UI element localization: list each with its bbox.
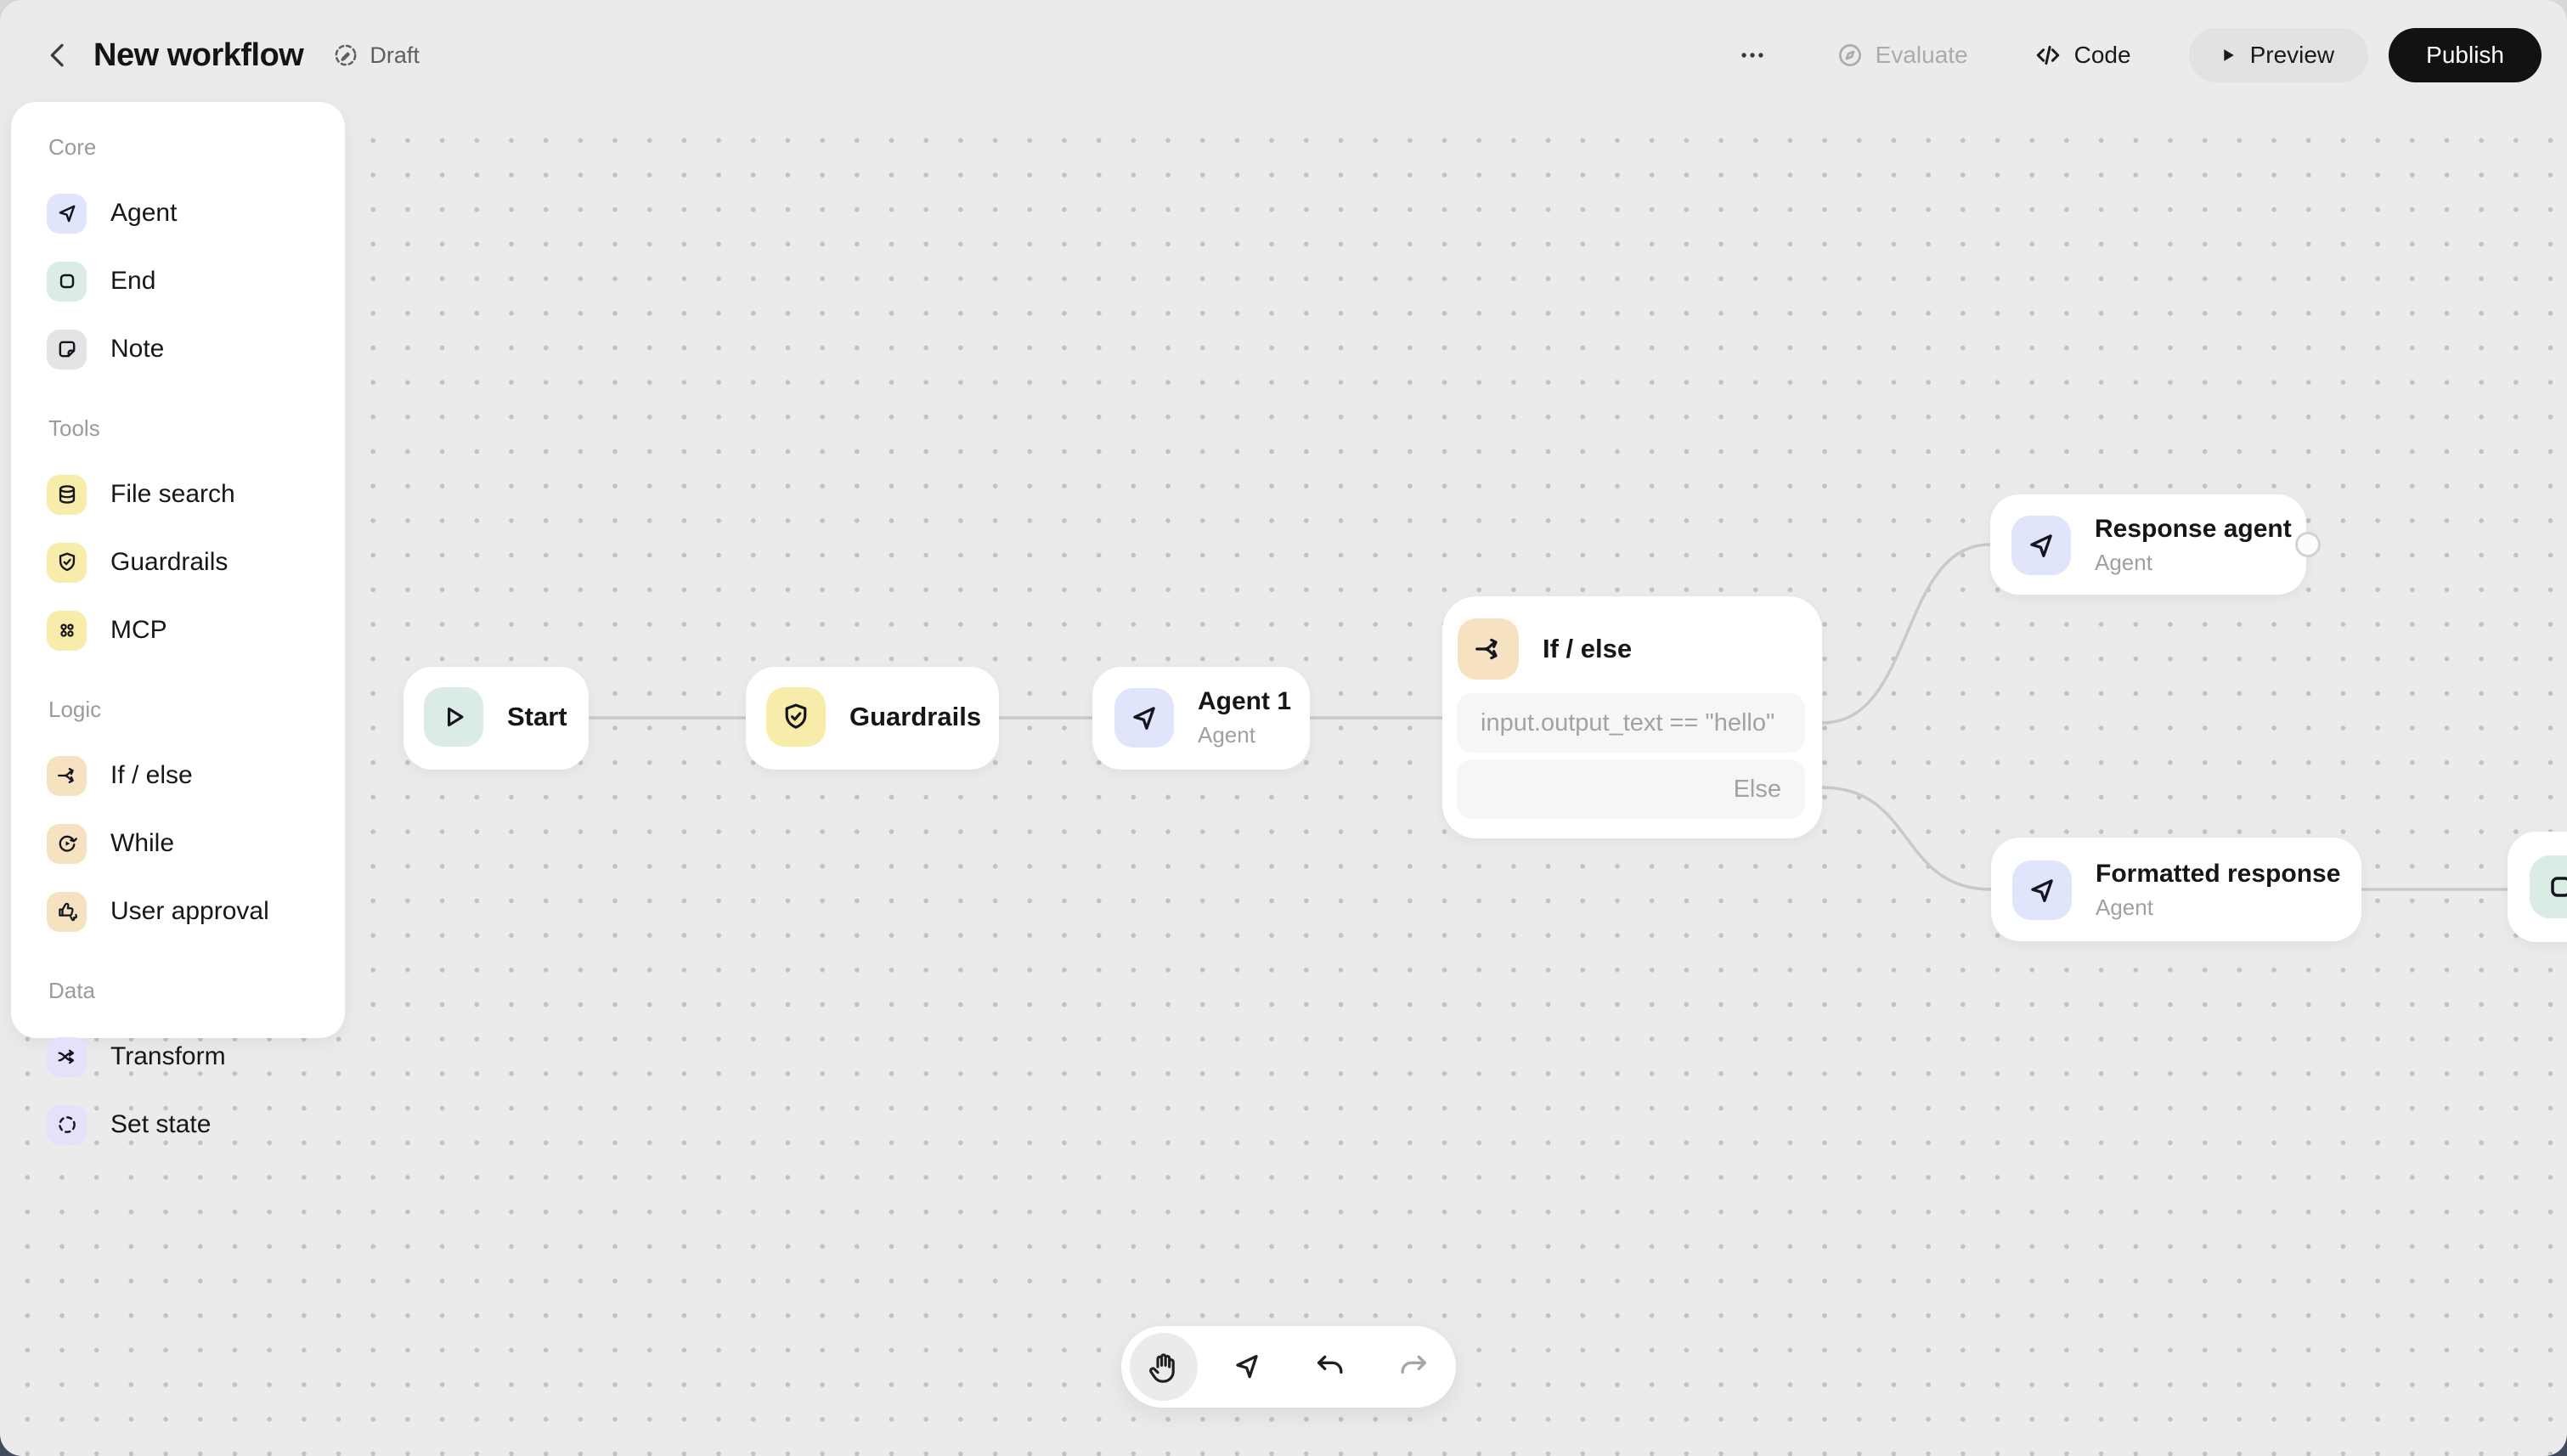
node-title: Guardrails: [849, 702, 982, 731]
node-palette-sidebar: Core Agent End Note Tools File search Gu…: [11, 102, 345, 1145]
else-branch-row[interactable]: Else: [1457, 759, 1805, 819]
undo-button[interactable]: [1296, 1333, 1364, 1401]
agent-cursor-icon: [2012, 861, 2072, 920]
database-icon: [47, 474, 87, 515]
sidebar-item-label: User approval: [110, 897, 269, 925]
cursor-icon: [1230, 1350, 1264, 1384]
page-title: New workflow: [93, 37, 304, 73]
sidebar-item-label: Guardrails: [110, 548, 228, 576]
sidebar-item-agent[interactable]: Agent: [11, 179, 345, 247]
sidebar-item-set-state[interactable]: Set state: [11, 1091, 345, 1159]
node-subtitle: Agent: [1198, 722, 1255, 748]
select-tool-button[interactable]: [1213, 1333, 1281, 1401]
node-title: Start: [507, 702, 567, 731]
sidebar-item-while[interactable]: While: [11, 810, 345, 878]
ellipsis-icon: [1738, 41, 1767, 70]
sidebar-item-label: MCP: [110, 616, 167, 644]
end-square-icon: [2530, 855, 2567, 918]
header: New workflow Draft Evaluate Code Preview…: [0, 0, 2567, 110]
chevron-left-icon: [41, 38, 75, 72]
split-arrows-icon: [47, 755, 87, 796]
shield-check-icon: [47, 542, 87, 583]
node-title: If / else: [1543, 634, 1633, 663]
node-if-else[interactable]: If / else input.output_text == "hello" E…: [1442, 596, 1822, 838]
sidebar-item-file-search[interactable]: File search: [11, 460, 345, 528]
publish-button[interactable]: Publish: [2389, 28, 2542, 82]
draft-pencil-icon: [332, 42, 359, 69]
shuffle-icon: [47, 1036, 87, 1077]
node-title: Agent 1: [1198, 687, 1292, 715]
compass-icon: [1836, 41, 1865, 70]
back-button[interactable]: [34, 31, 82, 79]
code-brackets-icon: [2033, 40, 2063, 71]
node-response-agent[interactable]: Response agent Agent: [1990, 494, 2321, 595]
pan-tool-button[interactable]: [1130, 1333, 1198, 1401]
end-square-icon: [47, 261, 87, 302]
section-label-data: Data: [48, 978, 95, 1003]
evaluate-button[interactable]: Evaluate: [1831, 40, 1973, 71]
redo-icon: [1396, 1350, 1430, 1384]
sidebar-item-if-else[interactable]: If / else: [11, 742, 345, 810]
section-label-core: Core: [48, 134, 97, 160]
sidebar-item-label: Set state: [110, 1110, 212, 1138]
sidebar-item-user-approval[interactable]: User approval: [11, 878, 345, 945]
if-branch-row[interactable]: input.output_text == "hello": [1457, 693, 1805, 753]
section-label-logic: Logic: [48, 697, 102, 722]
status-badge: Draft: [332, 42, 420, 69]
code-button[interactable]: Code: [2028, 39, 2136, 71]
sidebar-item-guardrails[interactable]: Guardrails: [11, 528, 345, 596]
sidebar-item-end[interactable]: End: [11, 247, 345, 315]
node-agent-1[interactable]: Agent 1 Agent: [1092, 667, 1310, 770]
sidebar-item-mcp[interactable]: MCP: [11, 596, 345, 664]
section-label-tools: Tools: [48, 415, 100, 441]
agent-cursor-icon: [1114, 688, 1174, 748]
thumbs-up-down-icon: [47, 891, 87, 932]
preview-label: Preview: [2249, 42, 2335, 68]
workflow-builder-app: New workflow Draft Evaluate Code Preview…: [0, 0, 2567, 1456]
sidebar-item-label: File search: [110, 480, 235, 508]
evaluate-label: Evaluate: [1875, 42, 1968, 68]
sidebar-item-label: Transform: [110, 1042, 226, 1070]
dashed-circle-icon: [47, 1104, 87, 1145]
note-icon: [47, 329, 87, 370]
hand-icon: [1146, 1349, 1182, 1385]
agent-cursor-icon: [47, 193, 87, 234]
agent-cursor-icon: [2011, 516, 2071, 575]
more-options-button[interactable]: [1730, 33, 1774, 77]
status-badge-label: Draft: [370, 42, 420, 68]
shield-check-icon: [766, 687, 826, 747]
node-guardrails[interactable]: Guardrails: [746, 667, 999, 770]
redo-button[interactable]: [1379, 1333, 1447, 1401]
node-subtitle: Agent: [2096, 894, 2153, 920]
node-formatted-response[interactable]: Formatted response Agent: [1991, 838, 2361, 941]
canvas-toolbar: [1121, 1326, 1456, 1408]
if-condition-expression: input.output_text == "hello": [1481, 708, 1775, 736]
code-label: Code: [2073, 42, 2131, 68]
output-connection-handle[interactable]: [2295, 532, 2321, 557]
sidebar-item-transform[interactable]: Transform: [11, 1023, 345, 1091]
sidebar-item-label: End: [110, 267, 156, 295]
undo-icon: [1313, 1350, 1347, 1384]
else-label: Else: [1733, 775, 1781, 803]
sidebar-item-label: Note: [110, 335, 165, 363]
sidebar-item-label: While: [110, 829, 175, 857]
node-title: Formatted response: [2096, 860, 2341, 888]
sidebar-item-label: Agent: [110, 199, 178, 227]
node-title: Response agent: [2095, 515, 2292, 543]
loop-icon: [47, 823, 87, 864]
play-icon: [2216, 44, 2238, 66]
sidebar-item-label: If / else: [110, 761, 193, 789]
node-end-partial[interactable]: [2508, 832, 2567, 942]
sidebar-item-note[interactable]: Note: [11, 315, 345, 383]
split-arrows-icon: [1458, 618, 1519, 680]
preview-button[interactable]: Preview: [2188, 28, 2369, 82]
publish-label: Publish: [2426, 42, 2504, 68]
canvas-dot-grid[interactable]: [0, 110, 2567, 1456]
node-subtitle: Agent: [2095, 550, 2152, 575]
node-start[interactable]: Start: [403, 667, 589, 770]
mcp-dots-icon: [47, 610, 87, 651]
play-outline-icon: [424, 687, 483, 747]
